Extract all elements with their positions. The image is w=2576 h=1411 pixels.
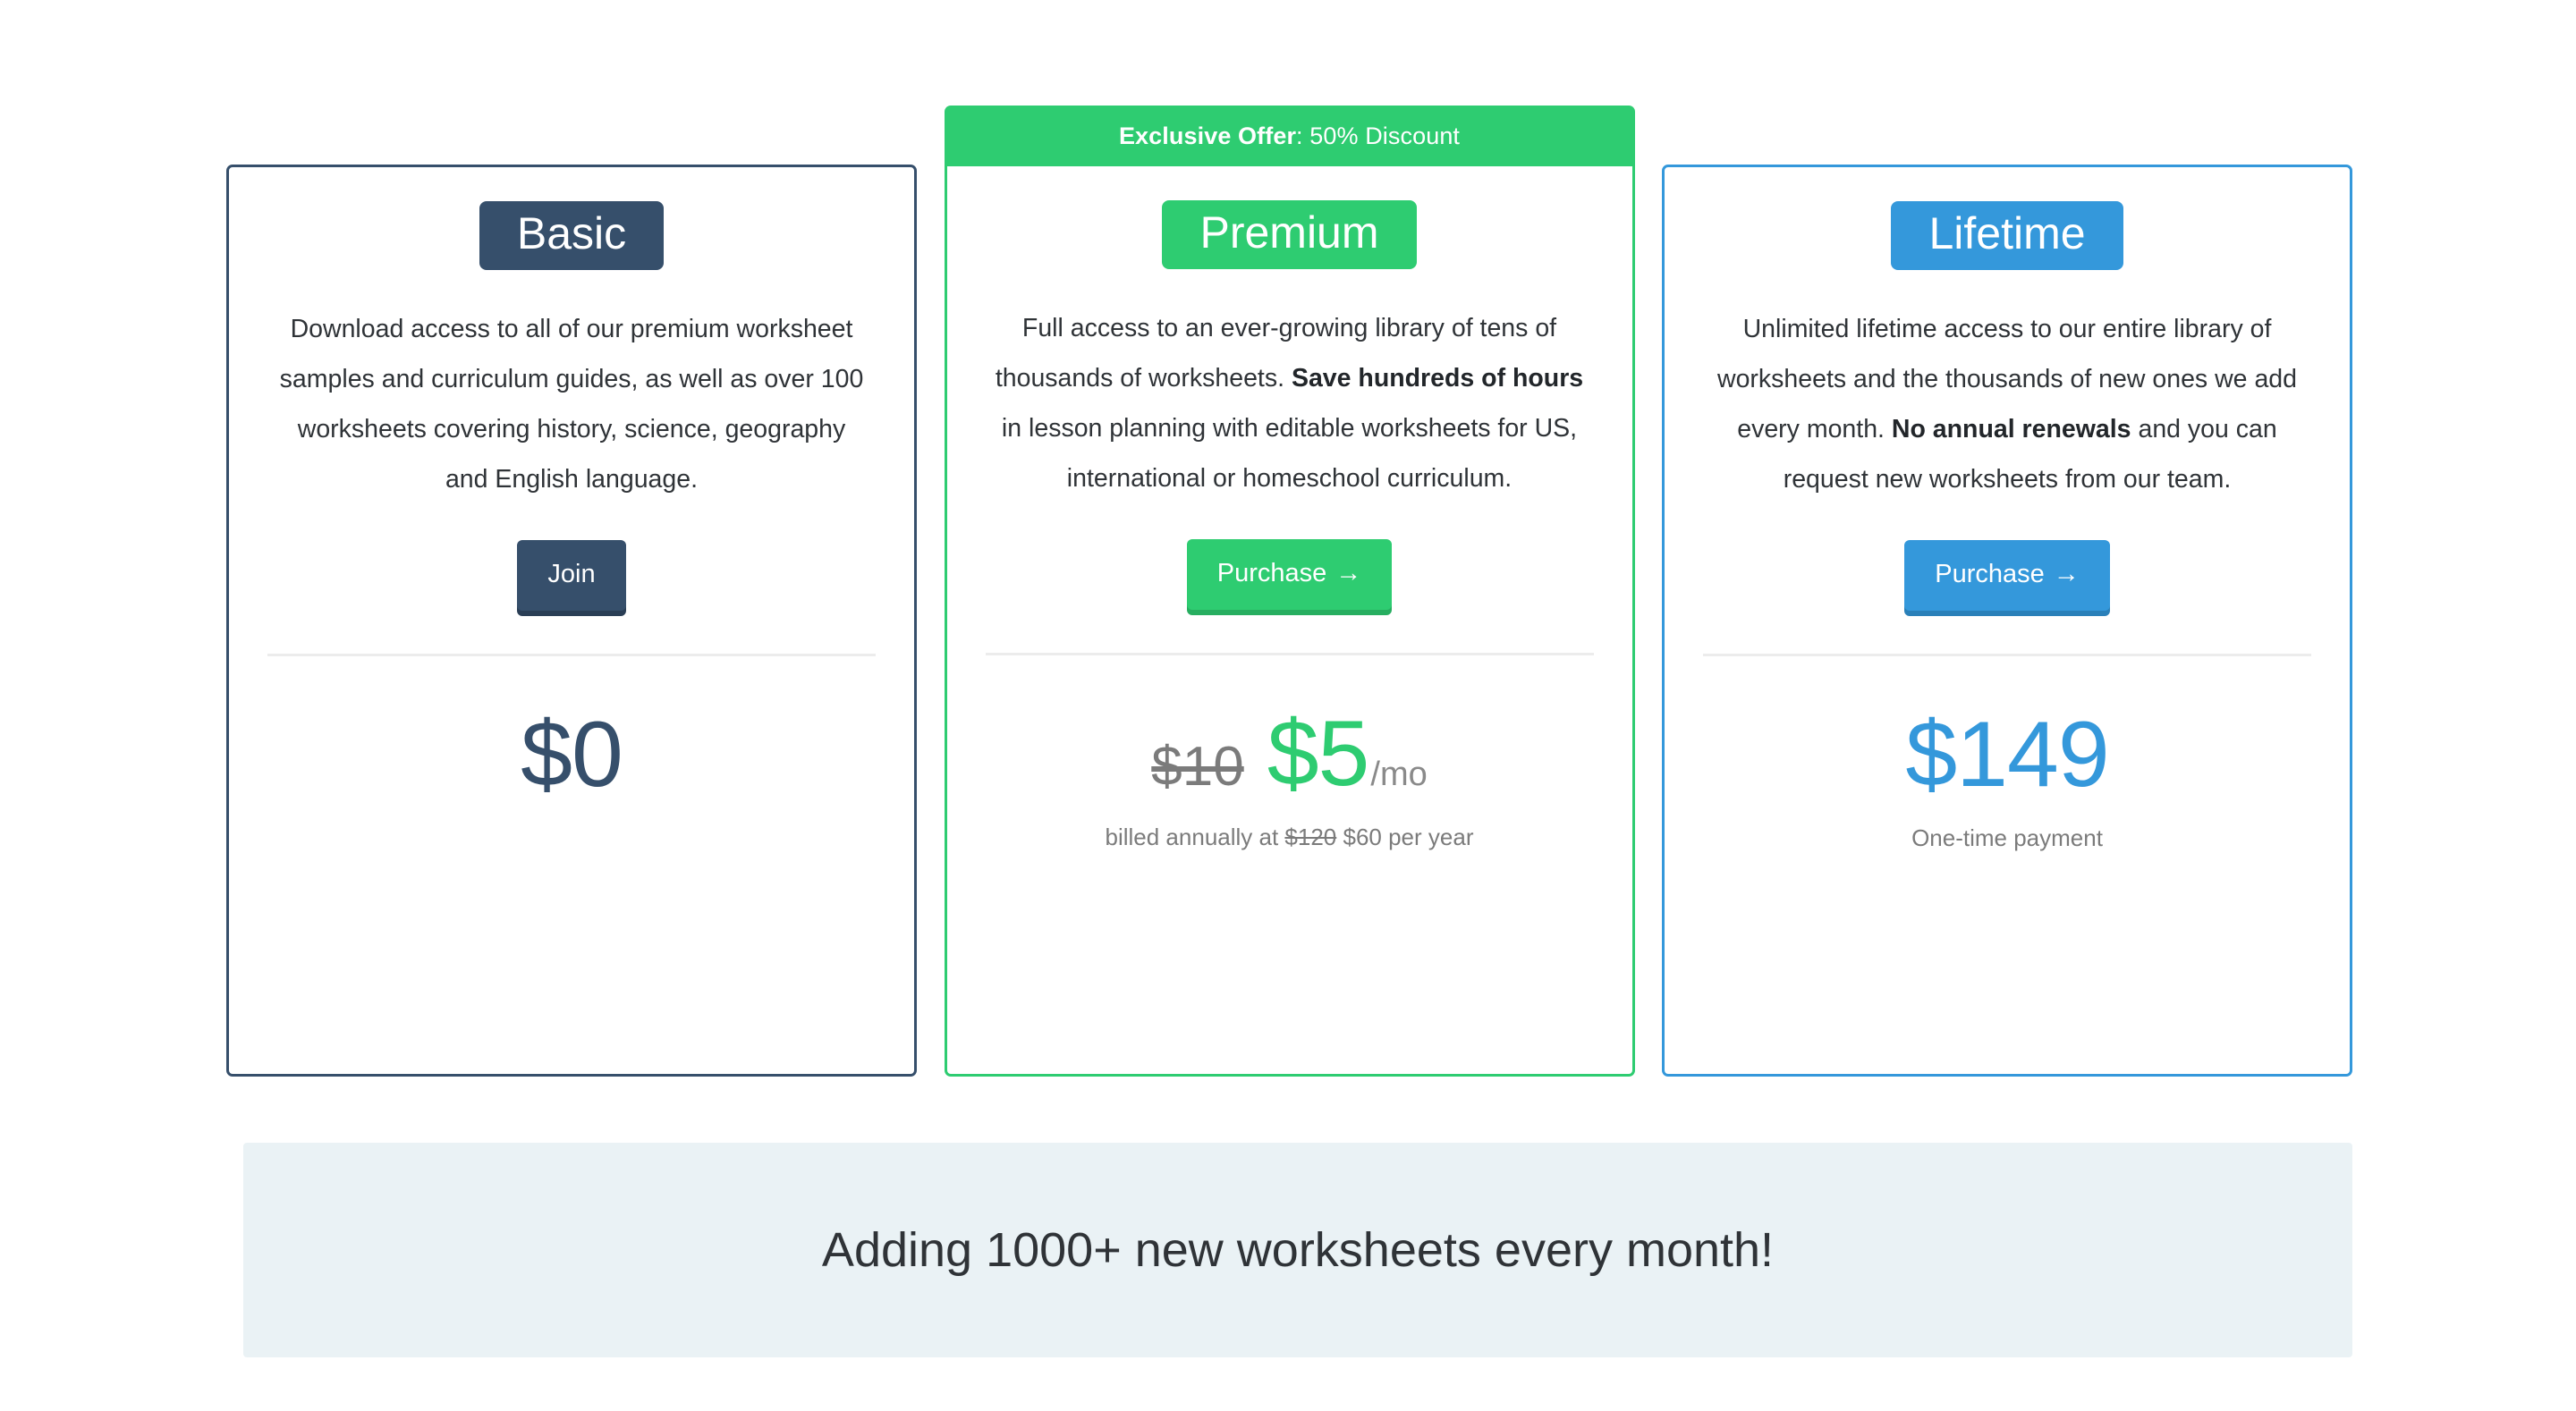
plan-description-lifetime: Unlimited lifetime access to our entire …	[1710, 304, 2304, 504]
plan-description-premium: Full access to an ever-growing library o…	[993, 303, 1587, 503]
price-period-premium: /mo	[1370, 755, 1428, 793]
plan-description-segment-1: No annual renewals	[1891, 414, 2131, 444]
price-note-premium: billed annually at $120 $60 per year	[947, 824, 1632, 851]
cta-wrap-premium: Purchase →	[1186, 538, 1393, 610]
purchase-button-label: Purchase	[1216, 558, 1327, 587]
arrow-right-icon: →	[1335, 558, 1362, 587]
price-note-prefix: billed annually at	[1105, 823, 1285, 850]
promo-banner-strong: Exclusive Offer	[1118, 123, 1297, 149]
price-block-premium: $10 $5 /mo billed annually at $120 $60 p…	[947, 707, 1632, 851]
pricing-card-grid: Basic Download access to all of our prem…	[226, 106, 2352, 1077]
promo-footer-banner: Adding 1000+ new worksheets every month!	[243, 1143, 2352, 1357]
purchase-button-premium[interactable]: Purchase →	[1186, 538, 1393, 610]
pricing-page: Basic Download access to all of our prem…	[0, 0, 2576, 1411]
plan-description-segment-0: Download access to all of our premium wo…	[279, 314, 864, 494]
plan-column-lifetime: Lifetime Unlimited lifetime access to ou…	[1662, 106, 2352, 1077]
cta-wrap-lifetime: Purchase →	[1904, 539, 2110, 611]
pricing-card-basic: Basic Download access to all of our prem…	[226, 165, 917, 1077]
join-button[interactable]: Join	[517, 539, 626, 611]
price-row-premium: $10 $5 /mo	[947, 707, 1632, 800]
plan-title-lifetime: Lifetime	[1891, 201, 2123, 270]
price-block-basic: $0	[229, 708, 914, 801]
card-divider-premium	[985, 652, 1594, 655]
price-block-lifetime: $149 One-time payment	[1665, 708, 2350, 852]
price-note-suffix: $60 per year	[1336, 823, 1474, 850]
promo-footer-text: Adding 1000+ new worksheets every month!	[821, 1222, 1775, 1277]
price-amount-lifetime: $149	[1905, 702, 2109, 807]
price-amount-premium: $5	[1267, 701, 1370, 806]
join-button-label: Join	[547, 559, 596, 588]
price-original-premium: $10	[1151, 735, 1244, 798]
plan-description-segment-2: in lesson planning with editable workshe…	[1001, 413, 1578, 493]
price-row-basic: $0	[229, 708, 914, 801]
plan-title-premium: Premium	[1162, 200, 1417, 269]
pricing-card-premium: Premium Full access to an ever-growing l…	[944, 166, 1635, 1077]
cta-wrap-basic: Join	[517, 539, 626, 611]
plan-column-premium: Exclusive Offer: 50% Discount Premium Fu…	[944, 106, 1635, 1077]
arrow-right-icon: →	[2053, 559, 2080, 588]
promo-banner-premium: Exclusive Offer: 50% Discount	[944, 106, 1635, 166]
purchase-button-label: Purchase	[1935, 559, 2045, 588]
purchase-button-lifetime[interactable]: Purchase →	[1904, 539, 2110, 611]
card-divider-lifetime	[1703, 653, 2311, 656]
promo-banner-rest: : 50% Discount	[1296, 123, 1461, 149]
price-note-lifetime: One-time payment	[1911, 824, 2103, 851]
plan-description-basic: Download access to all of our premium wo…	[275, 304, 869, 504]
plan-description-segment-1: Save hundreds of hours	[1291, 363, 1584, 393]
price-row-lifetime: $149	[1665, 708, 2350, 801]
pricing-card-lifetime: Lifetime Unlimited lifetime access to ou…	[1662, 165, 2352, 1077]
plan-column-basic: Basic Download access to all of our prem…	[226, 106, 917, 1077]
price-amount-basic: $0	[521, 702, 623, 807]
card-divider-basic	[267, 653, 876, 656]
plan-title-basic: Basic	[479, 201, 665, 270]
price-note-struck: $120	[1284, 823, 1337, 850]
